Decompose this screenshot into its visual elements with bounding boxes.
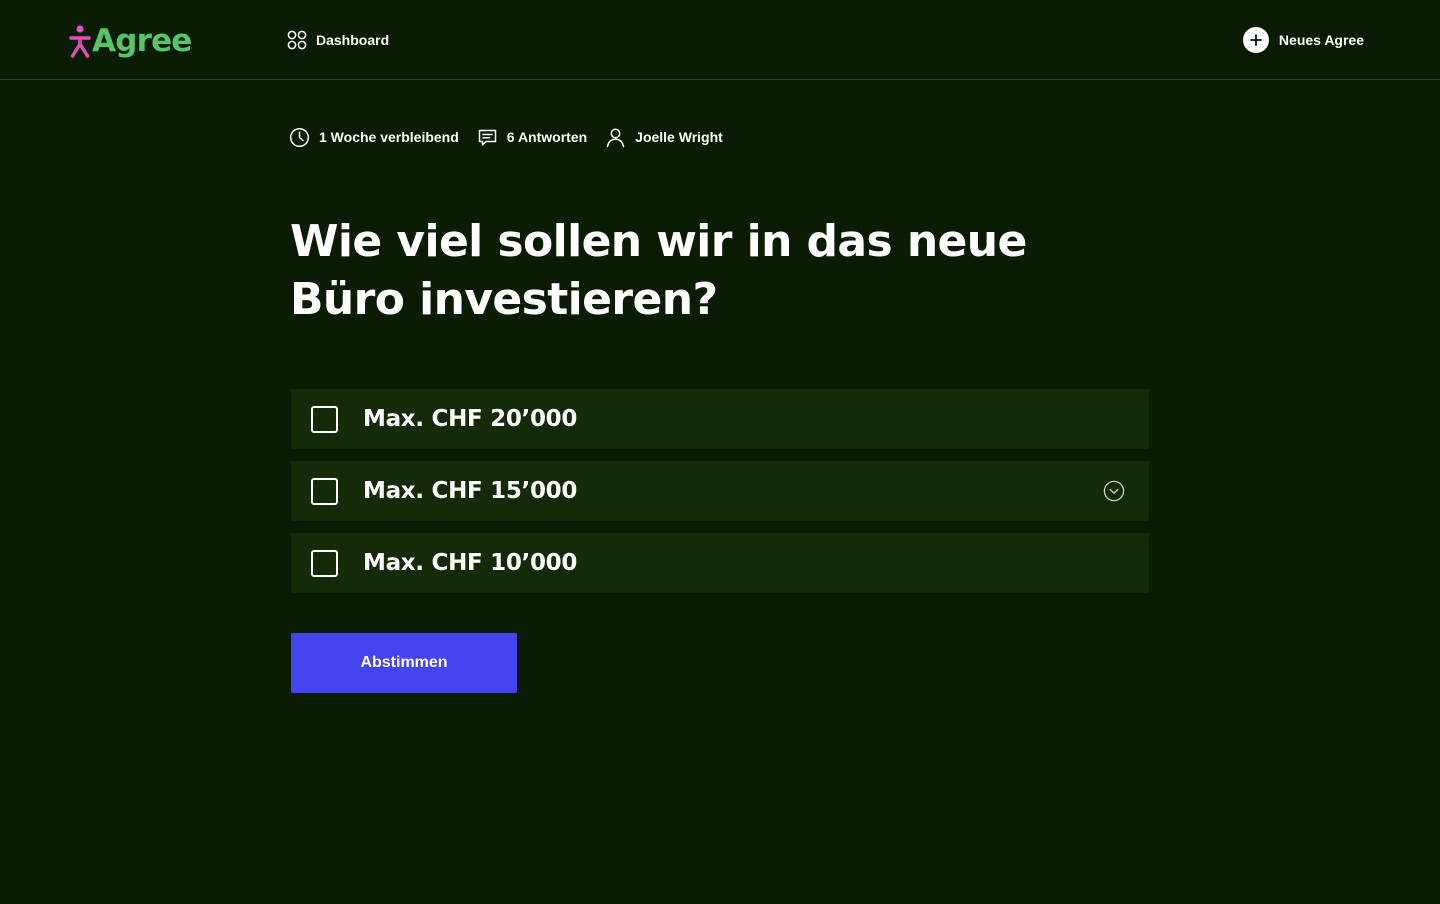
time-remaining: 1 Woche verbleibend — [289, 127, 459, 148]
option-label: Max. CHF 15’000 — [363, 478, 578, 504]
nav-dashboard-label: Dashboard — [316, 32, 390, 48]
poll-option[interactable]: Max. CHF 10’000 — [291, 533, 1149, 593]
brand-name: Agree — [92, 23, 192, 59]
poll-option[interactable]: Max. CHF 20’000 — [291, 389, 1149, 449]
new-agree-label: Neues Agree — [1278, 32, 1364, 48]
answer-count: 6 Antworten — [477, 127, 587, 148]
poll-options: Max. CHF 20’000 Max. CHF 15’000 Max. CHF… — [291, 389, 1149, 605]
comment-icon — [478, 129, 497, 146]
agree-figure-icon — [69, 25, 91, 58]
grid-icon — [287, 30, 307, 50]
poll-question: Wie viel sollen wir in das neue Büro inv… — [290, 216, 1027, 325]
time-remaining-text: 1 Woche verbleibend — [319, 129, 459, 145]
option-checkbox[interactable] — [311, 405, 338, 433]
poll-meta-info: 1 Woche verbleibend 6 Antworten Joelle W… — [289, 126, 741, 148]
poll-option[interactable]: Max. CHF 15’000 — [291, 461, 1149, 521]
plus-icon — [1242, 27, 1269, 53]
option-label: Max. CHF 10’000 — [363, 550, 578, 576]
option-checkbox[interactable] — [311, 477, 338, 505]
new-agree-button[interactable]: Neues Agree — [1242, 27, 1364, 53]
poll-author-name: Joelle Wright — [635, 129, 723, 145]
option-label: Max. CHF 20’000 — [363, 406, 578, 432]
poll-author: Joelle Wright — [605, 127, 723, 148]
vote-button[interactable]: Abstimmen — [291, 633, 517, 693]
chevron-down-circle-icon[interactable] — [1103, 480, 1125, 502]
top-navigation-bar: Agree Dashboard Neues Agree — [0, 0, 1440, 80]
answer-count-text: 6 Antworten — [506, 129, 588, 145]
nav-dashboard-link[interactable]: Dashboard — [287, 29, 389, 51]
agree-logo[interactable]: Agree — [69, 22, 192, 60]
option-checkbox[interactable] — [311, 549, 338, 577]
clock-icon — [289, 127, 310, 147]
user-icon — [606, 128, 625, 147]
